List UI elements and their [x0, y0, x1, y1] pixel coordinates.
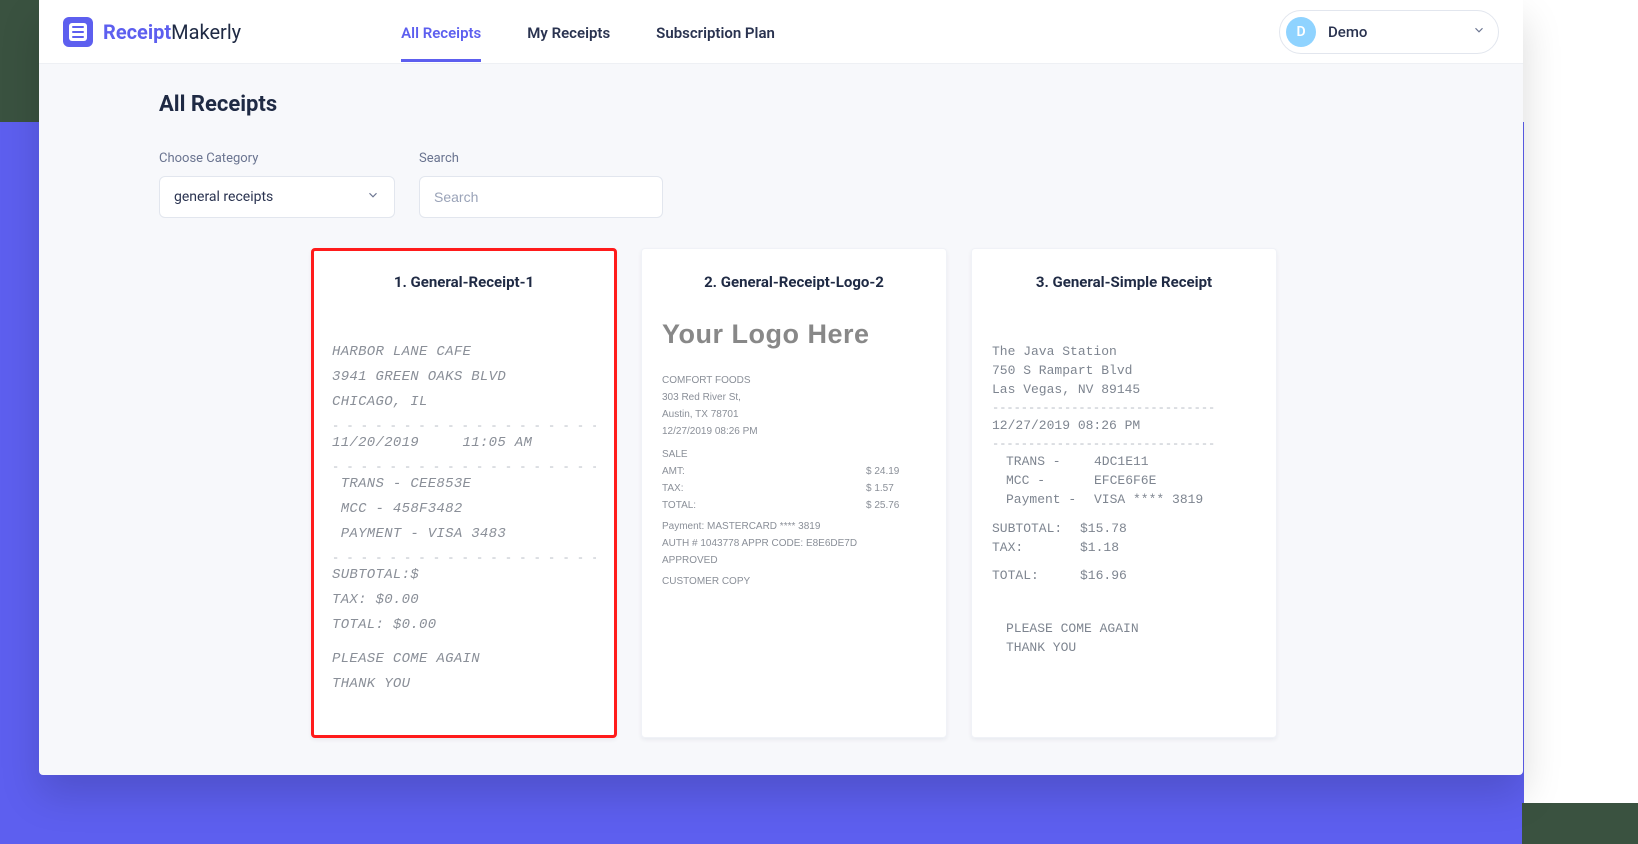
user-name: Demo	[1328, 23, 1460, 41]
receipt-preview: Your Logo Here COMFORT FOODS 303 Red Riv…	[662, 319, 926, 590]
template-card-general-receipt-logo-2[interactable]: 2. General-Receipt-Logo-2 Your Logo Here…	[641, 248, 947, 738]
user-menu[interactable]: D Demo	[1279, 10, 1499, 54]
search-input[interactable]	[419, 176, 663, 218]
chevron-down-icon	[366, 188, 380, 206]
receipt-preview: The Java Station 750 S Rampart Blvd Las …	[992, 319, 1256, 658]
avatar: D	[1286, 17, 1316, 47]
nav-my-receipts[interactable]: My Receipts	[527, 2, 610, 62]
page-title: All Receipts	[159, 92, 1403, 117]
logo-placeholder: Your Logo Here	[662, 319, 926, 350]
nav-all-receipts[interactable]: All Receipts	[401, 2, 481, 62]
main-nav: All Receipts My Receipts Subscription Pl…	[401, 2, 775, 62]
category-value: general receipts	[174, 189, 273, 205]
card-title: 2. General-Receipt-Logo-2	[662, 273, 926, 291]
brand-text: ReceiptMakerly	[103, 20, 241, 44]
chevron-down-icon	[1472, 22, 1486, 41]
card-title: 1. General-Receipt-1	[332, 273, 596, 291]
brand-icon	[63, 17, 93, 47]
template-card-general-receipt-1[interactable]: 1. General-Receipt-1 HARBOR LANE CAFE 39…	[311, 248, 617, 738]
filters: Choose Category general receipts Search	[159, 151, 1403, 218]
brand[interactable]: ReceiptMakerly	[63, 17, 241, 47]
template-card-general-simple-receipt[interactable]: 3. General-Simple Receipt The Java Stati…	[971, 248, 1277, 738]
category-label: Choose Category	[159, 151, 395, 166]
category-select[interactable]: general receipts	[159, 176, 395, 218]
receipt-template-grid: 1. General-Receipt-1 HARBOR LANE CAFE 39…	[159, 248, 1403, 738]
app-window: ReceiptMakerly All Receipts My Receipts …	[39, 0, 1523, 775]
topbar: ReceiptMakerly All Receipts My Receipts …	[39, 0, 1523, 64]
search-label: Search	[419, 151, 663, 166]
nav-subscription-plan[interactable]: Subscription Plan	[656, 2, 775, 62]
card-title: 3. General-Simple Receipt	[992, 273, 1256, 291]
receipt-preview: HARBOR LANE CAFE 3941 GREEN OAKS BLVD CH…	[332, 319, 596, 694]
